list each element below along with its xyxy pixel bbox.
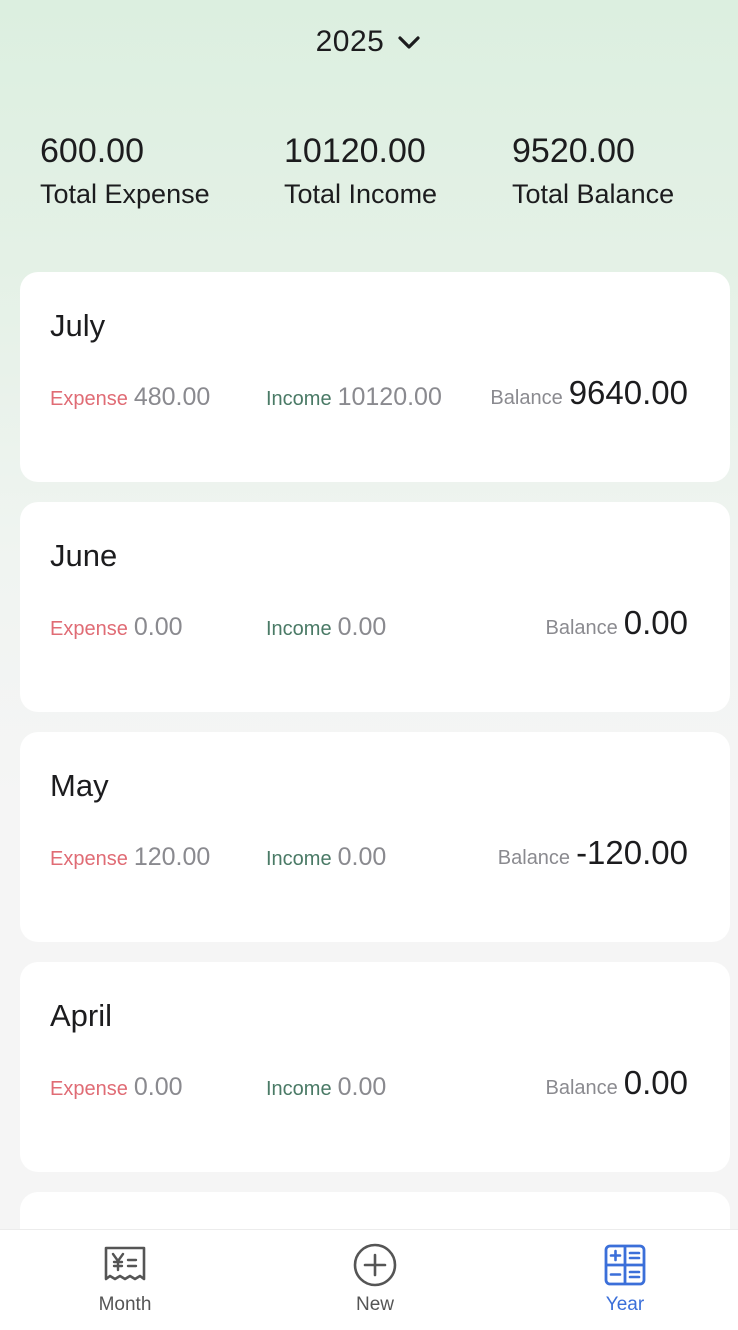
expense-label: Expense bbox=[50, 1078, 128, 1100]
month-expense: Expense 0.00 bbox=[50, 1073, 183, 1102]
total-income-amount: 10120.00 bbox=[284, 132, 426, 170]
expense-value: 0.00 bbox=[133, 1073, 183, 1101]
total-income: 10120.00 Total Income bbox=[284, 128, 437, 214]
total-balance-label: Total Balance bbox=[512, 179, 675, 209]
total-expense: 600.00 Total Expense bbox=[40, 128, 210, 214]
month-name: July bbox=[50, 308, 106, 343]
total-balance-amount: 9520.00 bbox=[512, 132, 635, 170]
income-value: 0.00 bbox=[337, 843, 387, 871]
income-label: Income bbox=[266, 618, 332, 640]
plus-circle-icon bbox=[353, 1243, 397, 1287]
tab-year-label: Year bbox=[605, 1294, 645, 1315]
month-card-june[interactable]: June Expense 0.00 Income 0.00 Balance 0.… bbox=[20, 502, 730, 712]
month-income: Income 0.00 bbox=[266, 843, 386, 872]
expense-value: 480.00 bbox=[133, 383, 211, 411]
expense-label: Expense bbox=[50, 388, 128, 410]
month-name: June bbox=[50, 538, 118, 573]
month-card-may[interactable]: May Expense 120.00 Income 0.00 Balance -… bbox=[20, 732, 730, 942]
month-income: Income 0.00 bbox=[266, 1073, 386, 1102]
chevron-down-icon bbox=[398, 36, 420, 49]
expense-value: 120.00 bbox=[133, 843, 211, 871]
balance-value: 0.00 bbox=[623, 604, 688, 641]
balance-label: Balance bbox=[497, 847, 571, 869]
month-stats: Expense 0.00 Income 0.00 Balance 0.00 bbox=[50, 1062, 688, 1102]
balance-label: Balance bbox=[490, 387, 563, 409]
balance-label: Balance bbox=[545, 1077, 618, 1099]
month-name: April bbox=[50, 998, 113, 1033]
month-stats: Expense 480.00 Income 10120.00 Balance 9… bbox=[50, 372, 688, 412]
month-expense: Expense 480.00 bbox=[50, 383, 210, 412]
tab-new-label: New bbox=[355, 1294, 394, 1315]
month-expense: Expense 0.00 bbox=[50, 613, 183, 642]
tab-new[interactable]: New bbox=[305, 1242, 445, 1322]
year-summary: 600.00 Total Expense 10120.00 Total Inco… bbox=[0, 128, 738, 228]
income-value: 0.00 bbox=[337, 1073, 387, 1101]
expense-label: Expense bbox=[50, 618, 128, 640]
total-income-label: Total Income bbox=[284, 179, 438, 209]
balance-value: -120.00 bbox=[576, 834, 688, 871]
income-label: Income bbox=[266, 388, 332, 410]
balance-value: 0.00 bbox=[623, 1064, 688, 1101]
receipt-yen-icon bbox=[104, 1246, 146, 1281]
income-value: 0.00 bbox=[337, 613, 387, 641]
bottom-tab-bar: Month New Year bbox=[0, 1229, 738, 1330]
total-expense-label: Total Expense bbox=[40, 179, 210, 209]
balance-label: Balance bbox=[545, 617, 618, 639]
total-expense-amount: 600.00 bbox=[40, 132, 144, 170]
month-stats: Expense 0.00 Income 0.00 Balance 0.00 bbox=[50, 602, 688, 642]
month-list: July Expense 480.00 Income 10120.00 Bala… bbox=[20, 272, 730, 1272]
calculator-icon bbox=[604, 1244, 646, 1286]
balance-value: 9640.00 bbox=[568, 374, 688, 411]
month-income: Income 0.00 bbox=[266, 613, 386, 642]
income-value: 10120.00 bbox=[337, 383, 442, 411]
month-balance: Balance 9640.00 bbox=[490, 374, 688, 412]
expense-label: Expense bbox=[50, 848, 128, 870]
total-balance: 9520.00 Total Balance bbox=[512, 128, 674, 214]
income-label: Income bbox=[266, 848, 332, 870]
tab-month-label: Month bbox=[98, 1294, 152, 1315]
tab-year[interactable]: Year bbox=[555, 1242, 695, 1322]
month-balance: Balance 0.00 bbox=[545, 1064, 688, 1102]
expense-value: 0.00 bbox=[133, 613, 183, 641]
month-income: Income 10120.00 bbox=[266, 383, 442, 412]
month-balance: Balance 0.00 bbox=[545, 604, 688, 642]
month-stats: Expense 120.00 Income 0.00 Balance -120.… bbox=[50, 832, 688, 872]
income-label: Income bbox=[266, 1078, 332, 1100]
month-card-july[interactable]: July Expense 480.00 Income 10120.00 Bala… bbox=[20, 272, 730, 482]
month-expense: Expense 120.00 bbox=[50, 843, 210, 872]
month-name: May bbox=[50, 768, 109, 803]
month-balance: Balance -120.00 bbox=[498, 834, 688, 872]
month-card-april[interactable]: April Expense 0.00 Income 0.00 Balance 0… bbox=[20, 962, 730, 1172]
year-selector[interactable]: 2025 bbox=[0, 18, 738, 66]
tab-month[interactable]: Month bbox=[55, 1242, 195, 1322]
year-label: 2025 bbox=[315, 25, 385, 58]
